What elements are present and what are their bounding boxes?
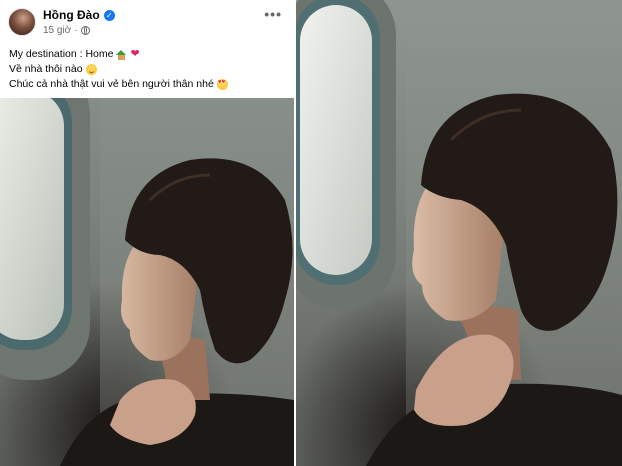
post-time[interactable]: 15 giờ — [43, 25, 71, 36]
caption-text-3: Chúc cả nhà thật vui vẻ bên người thân n… — [9, 78, 214, 90]
meta-separator: · — [74, 25, 78, 36]
globe-icon — [80, 26, 90, 35]
red-heart-emoji-icon: ❤ — [130, 48, 140, 60]
facebook-post-card: Hồng Đào ✓ 15 giờ · ••• My destination :… — [0, 0, 294, 98]
post-photo-right[interactable] — [296, 0, 622, 466]
avatar[interactable] — [8, 8, 36, 36]
caption-line-3: Chúc cả nhà thật vui vẻ bên người thân n… — [9, 77, 228, 92]
caption-text-2: Về nhà thôi nào — [9, 63, 83, 75]
author-name[interactable]: Hồng Đào — [43, 8, 100, 22]
caption-line-1: My destination : Home ❤ — [9, 47, 228, 62]
smiling-face-emoji-icon — [85, 64, 97, 75]
heart-eyes-emoji-icon — [216, 79, 228, 90]
house-with-garden-emoji-icon — [116, 49, 127, 60]
more-options-icon[interactable]: ••• — [264, 6, 282, 22]
verified-badge-icon: ✓ — [103, 9, 115, 21]
post-meta: 15 giờ · — [43, 25, 90, 36]
author-row: Hồng Đào ✓ — [43, 8, 115, 22]
post-caption: My destination : Home ❤ Về nhà thôi nào … — [9, 47, 228, 92]
photo-right-image — [296, 0, 622, 466]
caption-line-2: Về nhà thôi nào — [9, 62, 228, 77]
caption-text-1: My destination : Home — [9, 48, 114, 60]
